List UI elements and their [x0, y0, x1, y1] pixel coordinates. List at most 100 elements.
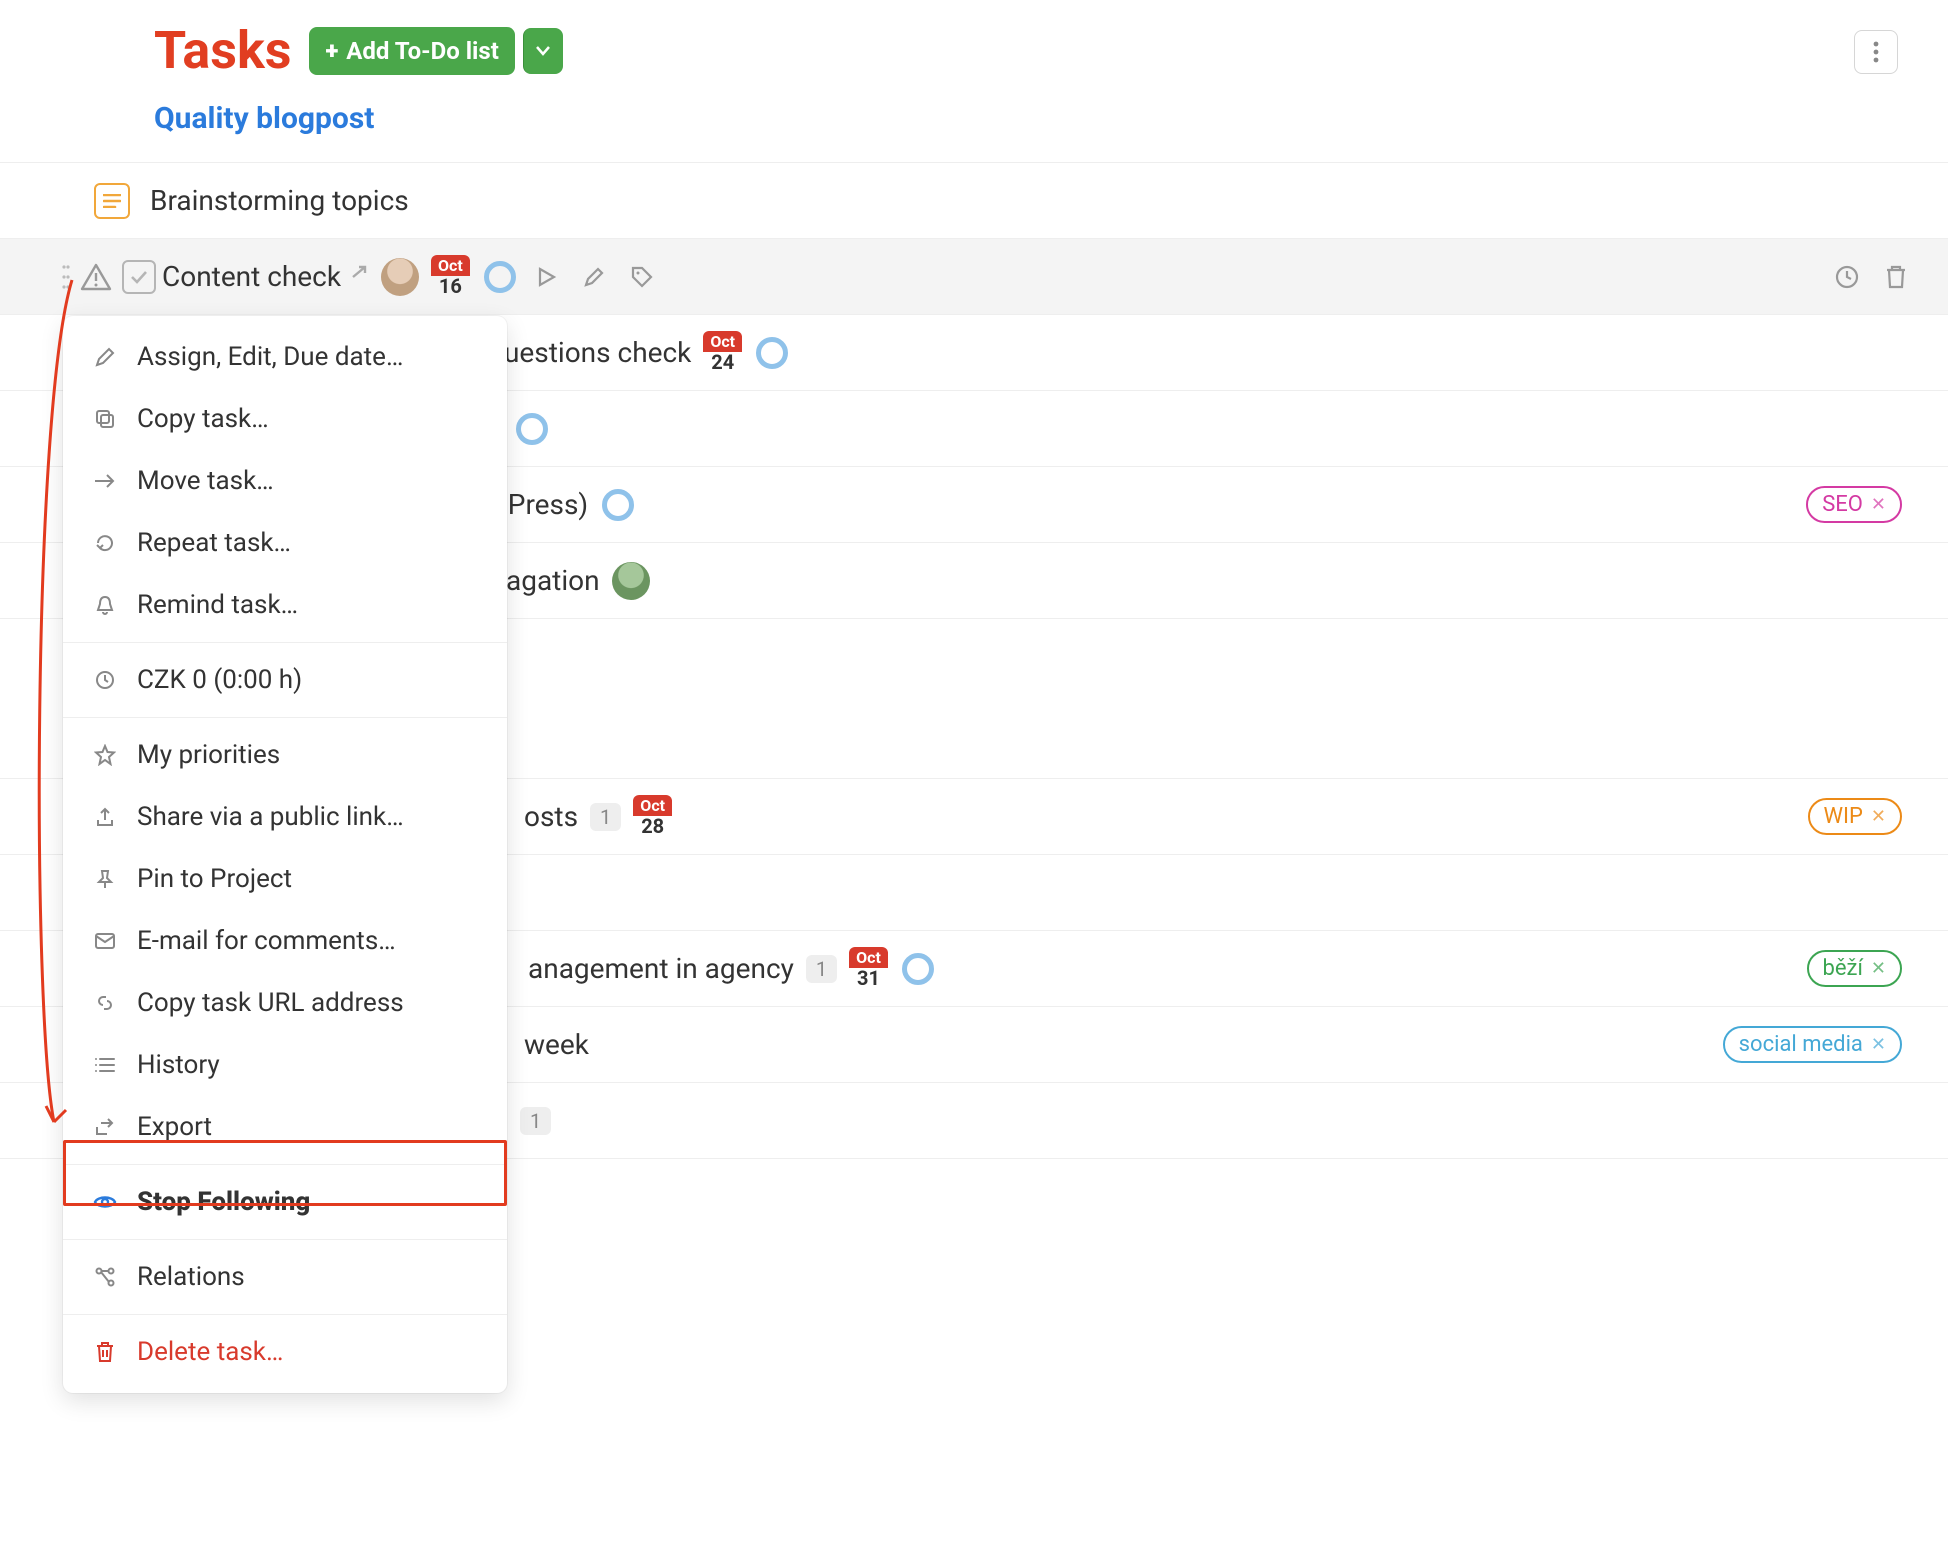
more-menu-button[interactable]	[1854, 30, 1898, 74]
complete-checkbox[interactable]	[122, 260, 156, 294]
remove-tag-icon[interactable]: ✕	[1871, 958, 1886, 979]
add-todo-list-button[interactable]: + Add To-Do list	[309, 27, 514, 75]
assignee-avatar[interactable]	[612, 562, 650, 600]
menu-pin[interactable]: Pin to Project	[63, 848, 507, 910]
remove-tag-icon[interactable]: ✕	[1871, 806, 1886, 827]
remove-tag-icon[interactable]: ✕	[1871, 1034, 1886, 1055]
menu-separator	[63, 642, 507, 643]
menu-separator	[63, 1314, 507, 1315]
status-circle-icon[interactable]	[602, 489, 634, 521]
clock-icon[interactable]	[1834, 264, 1860, 290]
menu-label: Delete task…	[137, 1337, 283, 1367]
menu-label: Repeat task…	[137, 528, 291, 558]
relations-icon	[91, 1266, 119, 1288]
pin-icon	[91, 868, 119, 890]
section-link[interactable]: Quality blogpost	[154, 101, 1908, 136]
menu-delete-task[interactable]: Delete task…	[63, 1321, 507, 1383]
warning-triangle-icon[interactable]	[80, 261, 112, 293]
tag-label: SEO	[1822, 492, 1863, 517]
menu-label: Assign, Edit, Due date…	[137, 342, 403, 372]
menu-label: CZK 0 (0:00 h)	[137, 665, 302, 695]
menu-repeat-task[interactable]: Repeat task…	[63, 512, 507, 574]
status-circle-icon[interactable]	[484, 261, 516, 293]
repeat-icon	[91, 532, 119, 554]
due-month: Oct	[849, 947, 888, 968]
menu-export[interactable]: Export	[63, 1096, 507, 1158]
menu-assign-edit[interactable]: Assign, Edit, Due date…	[63, 326, 507, 388]
drag-handle-icon[interactable]	[62, 264, 70, 290]
menu-stop-following[interactable]: Stop Following	[63, 1171, 507, 1233]
tag-icon[interactable]	[630, 265, 654, 289]
due-date-badge[interactable]: Oct 24	[703, 331, 742, 374]
trash-icon[interactable]	[1884, 264, 1908, 290]
task-title: week	[524, 1028, 589, 1061]
due-month: Oct	[633, 795, 672, 816]
menu-label: Stop Following	[137, 1187, 310, 1217]
menu-budget[interactable]: CZK 0 (0:00 h)	[63, 649, 507, 711]
check-icon	[130, 270, 148, 284]
menu-relations[interactable]: Relations	[63, 1246, 507, 1308]
menu-label: Pin to Project	[137, 864, 292, 894]
menu-email-comments[interactable]: E-mail for comments…	[63, 910, 507, 972]
add-todo-dropdown-caret[interactable]	[523, 28, 563, 74]
start-timer-icon[interactable]	[534, 265, 558, 289]
status-circle-icon[interactable]	[902, 953, 934, 985]
subtask-count-badge: 1	[520, 1107, 551, 1135]
task-row[interactable]: Brainstorming topics	[0, 163, 1948, 239]
assignee-avatar[interactable]	[381, 258, 419, 296]
pencil-icon	[91, 346, 119, 368]
tag-wip[interactable]: WIP✕	[1808, 798, 1902, 835]
list-icon	[91, 1056, 119, 1074]
subtask-count-badge: 1	[590, 803, 621, 831]
status-circle-icon[interactable]	[756, 337, 788, 369]
task-row-active[interactable]: Content check Oct 16	[0, 239, 1948, 315]
tag-seo[interactable]: SEO ✕	[1806, 486, 1902, 523]
menu-label: History	[137, 1050, 220, 1080]
menu-label: My priorities	[137, 740, 280, 770]
task-context-menu: Assign, Edit, Due date… Copy task… Move …	[63, 316, 507, 1393]
due-day: 28	[641, 814, 664, 838]
menu-label: Copy task…	[137, 404, 269, 434]
tag-bezi[interactable]: běží ✕	[1807, 950, 1902, 987]
menu-separator	[63, 1239, 507, 1240]
menu-share-link[interactable]: Share via a public link…	[63, 786, 507, 848]
bell-icon	[91, 594, 119, 616]
remove-tag-icon[interactable]: ✕	[1871, 494, 1886, 515]
export-icon	[91, 1117, 119, 1137]
edit-pencil-icon[interactable]	[582, 265, 606, 289]
menu-label: Export	[137, 1112, 212, 1142]
note-icon	[94, 183, 130, 219]
menu-copy-task[interactable]: Copy task…	[63, 388, 507, 450]
add-todo-label: Add To-Do list	[346, 37, 499, 65]
copy-icon	[91, 408, 119, 430]
task-title: uestions check	[504, 336, 691, 369]
menu-separator	[63, 717, 507, 718]
task-title: Brainstorming topics	[150, 184, 409, 217]
due-month: Oct	[431, 255, 470, 276]
link-icon	[91, 992, 119, 1014]
task-title: osts	[524, 800, 578, 833]
star-icon	[91, 744, 119, 766]
menu-label: Move task…	[137, 466, 274, 496]
tag-label: běží	[1823, 956, 1863, 981]
menu-priorities[interactable]: My priorities	[63, 724, 507, 786]
task-title: Content check	[162, 260, 341, 293]
due-date-badge[interactable]: Oct 28	[633, 795, 672, 838]
envelope-icon	[91, 932, 119, 950]
tag-social-media[interactable]: social media✕	[1723, 1026, 1902, 1063]
menu-move-task[interactable]: Move task…	[63, 450, 507, 512]
due-date-badge[interactable]: Oct 16	[431, 255, 470, 298]
open-external-icon[interactable]	[349, 262, 369, 292]
menu-remind-task[interactable]: Remind task…	[63, 574, 507, 636]
menu-label: Relations	[137, 1262, 245, 1292]
menu-copy-url[interactable]: Copy task URL address	[63, 972, 507, 1034]
task-title: agation	[506, 564, 600, 597]
menu-history[interactable]: History	[63, 1034, 507, 1096]
due-day: 16	[439, 274, 462, 298]
due-date-badge[interactable]: Oct 31	[849, 947, 888, 990]
plus-icon: +	[325, 37, 338, 65]
arrow-right-icon	[91, 473, 119, 489]
status-circle-icon[interactable]	[516, 413, 548, 445]
dots-vertical-icon	[1873, 41, 1879, 63]
menu-label: Copy task URL address	[137, 988, 404, 1018]
